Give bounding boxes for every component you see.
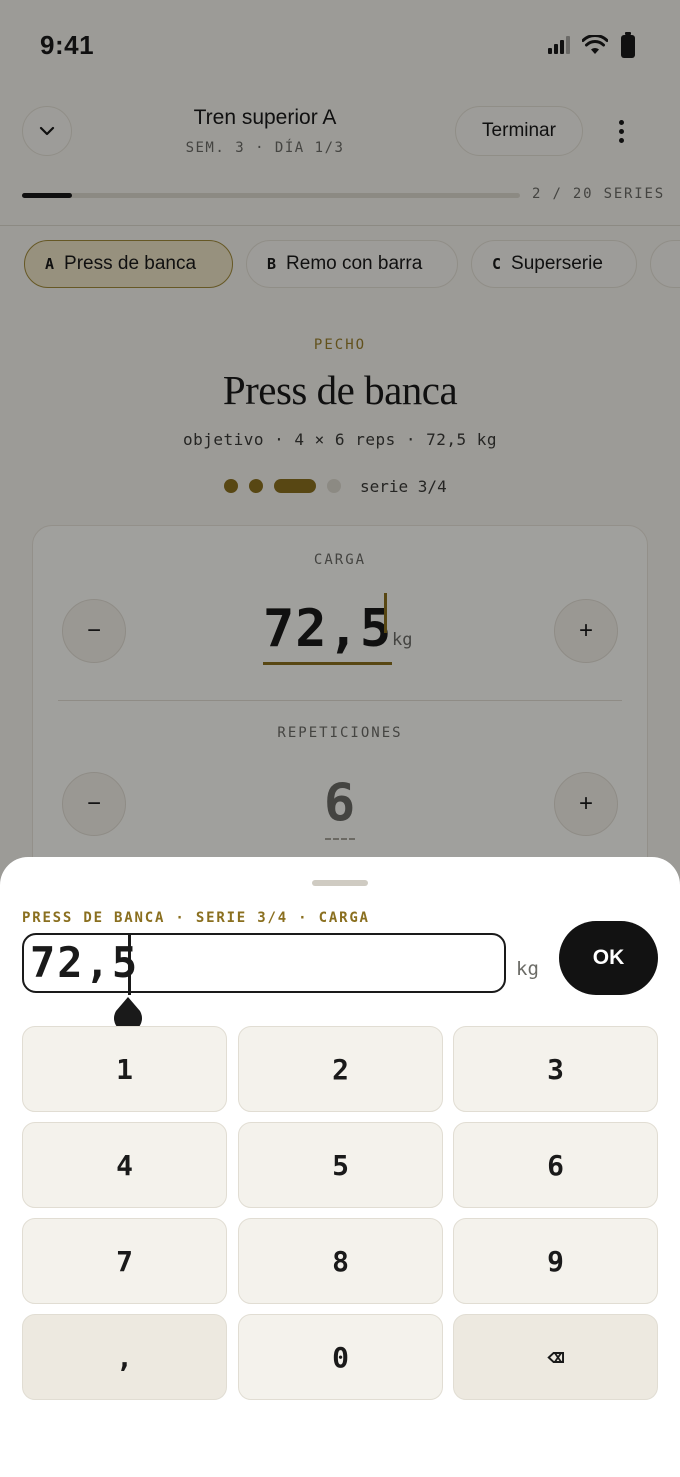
sheet-context-label: PRESS DE BANCA · SERIE 3/4 · CARGA: [22, 910, 370, 926]
backspace-key[interactable]: ⌫: [453, 1314, 658, 1400]
key-4[interactable]: 4: [22, 1122, 227, 1208]
key-7[interactable]: 7: [22, 1218, 227, 1304]
key-0[interactable]: 0: [238, 1314, 443, 1400]
key-8[interactable]: 8: [238, 1218, 443, 1304]
input-caret: [128, 935, 131, 995]
key-2[interactable]: 2: [238, 1026, 443, 1112]
key-3[interactable]: 3: [453, 1026, 658, 1112]
ok-button[interactable]: OK: [559, 921, 658, 995]
value-input-text: 72,5: [30, 938, 140, 987]
sheet-drag-handle[interactable]: [312, 880, 368, 886]
key-5[interactable]: 5: [238, 1122, 443, 1208]
key-9[interactable]: 9: [453, 1218, 658, 1304]
key-1[interactable]: 1: [22, 1026, 227, 1112]
sheet-unit: kg: [516, 958, 539, 980]
key-decimal-comma[interactable]: ,: [22, 1314, 227, 1400]
key-6[interactable]: 6: [453, 1122, 658, 1208]
